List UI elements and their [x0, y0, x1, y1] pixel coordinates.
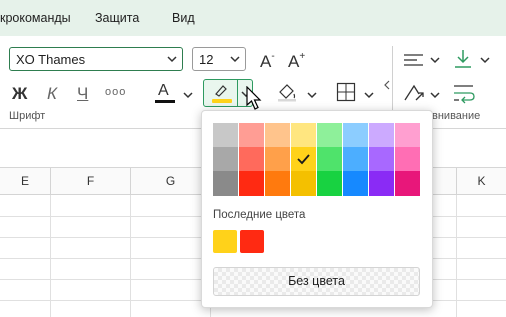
fill-bucket-icon[interactable]	[276, 82, 298, 102]
text-orientation-icon[interactable]	[402, 82, 426, 104]
chevron-left-icon[interactable]	[383, 80, 391, 90]
underline-button[interactable]: Ч	[77, 84, 88, 104]
menu-bar: крокоманды Защита Вид	[0, 0, 506, 36]
column-header-g[interactable]: G	[131, 168, 211, 195]
chevron-down-icon[interactable]	[307, 91, 317, 99]
color-swatch[interactable]	[213, 171, 238, 196]
column-header-f[interactable]: F	[51, 168, 131, 195]
color-swatch[interactable]	[239, 171, 264, 196]
chevron-down-icon[interactable]	[480, 56, 490, 64]
highlight-color-bar	[212, 99, 232, 103]
color-swatch[interactable]	[317, 147, 342, 172]
menu-protection[interactable]: Защита	[95, 11, 139, 25]
font-color-button[interactable]: A	[153, 80, 179, 108]
checkmark-icon	[297, 154, 310, 165]
shrink-font-glyph: A	[260, 52, 272, 71]
font-size-select[interactable]: 12	[192, 47, 246, 71]
color-swatch[interactable]	[239, 123, 264, 148]
chevron-down-icon[interactable]	[430, 56, 440, 64]
column-header-j[interactable]	[429, 168, 457, 195]
color-swatch-selected[interactable]	[291, 147, 316, 172]
mouse-cursor-icon	[246, 86, 262, 110]
color-swatch[interactable]	[369, 123, 394, 148]
grow-font-button[interactable]: A+	[288, 51, 305, 72]
color-swatch[interactable]	[265, 171, 290, 196]
color-swatch[interactable]	[265, 147, 290, 172]
column-header-e[interactable]: E	[0, 168, 51, 195]
recent-color-swatch[interactable]	[240, 230, 264, 253]
shrink-font-button[interactable]: A-	[260, 51, 275, 72]
recent-colors-label: Последние цвета	[213, 209, 306, 221]
chevron-down-icon	[167, 56, 177, 63]
more-formatting-button[interactable]: ооо	[105, 86, 126, 98]
color-swatch[interactable]	[239, 147, 264, 172]
color-swatch[interactable]	[291, 171, 316, 196]
color-swatch[interactable]	[343, 171, 368, 196]
group-separator	[392, 46, 393, 112]
align-left-icon[interactable]	[403, 52, 425, 68]
highlight-color-popup: Последние цвета Без цвета	[201, 110, 433, 308]
color-swatch[interactable]	[395, 171, 420, 196]
chevron-down-icon[interactable]	[183, 91, 193, 99]
chevron-down-icon[interactable]	[364, 91, 374, 99]
font-color-bar	[155, 100, 175, 103]
color-swatch[interactable]	[369, 147, 394, 172]
align-bottom-icon[interactable]	[453, 48, 473, 70]
recent-color-swatch[interactable]	[213, 230, 237, 253]
bold-button[interactable]: Ж	[12, 84, 27, 104]
font-group-label: Шрифт	[9, 110, 46, 122]
menu-view[interactable]: Вид	[172, 11, 195, 25]
color-swatch[interactable]	[213, 123, 238, 148]
no-color-button[interactable]: Без цвета	[213, 267, 420, 296]
color-swatch[interactable]	[395, 147, 420, 172]
chevron-down-icon	[230, 56, 240, 63]
color-swatch[interactable]	[213, 147, 238, 172]
borders-icon[interactable]	[336, 82, 356, 102]
color-swatch[interactable]	[343, 123, 368, 148]
italic-button[interactable]: К	[47, 84, 57, 104]
color-swatch[interactable]	[343, 147, 368, 172]
color-swatch[interactable]	[317, 123, 342, 148]
color-swatch[interactable]	[317, 171, 342, 196]
grow-font-glyph: A	[288, 52, 300, 71]
color-swatch[interactable]	[369, 171, 394, 196]
font-color-glyph: A	[158, 82, 169, 99]
marker-icon	[215, 85, 227, 97]
wrap-text-icon[interactable]	[452, 82, 476, 104]
color-swatch[interactable]	[395, 123, 420, 148]
color-swatch[interactable]	[265, 123, 290, 148]
menu-macros[interactable]: крокоманды	[0, 11, 71, 25]
chevron-down-icon[interactable]	[430, 91, 440, 99]
font-name-select[interactable]: XO Thames	[9, 47, 183, 71]
font-name-value: XO Thames	[16, 52, 86, 67]
alignment-group-label: внивание	[432, 110, 481, 122]
column-header-k[interactable]: K	[457, 168, 506, 195]
color-swatch[interactable]	[291, 123, 316, 148]
font-size-value: 12	[199, 52, 214, 67]
